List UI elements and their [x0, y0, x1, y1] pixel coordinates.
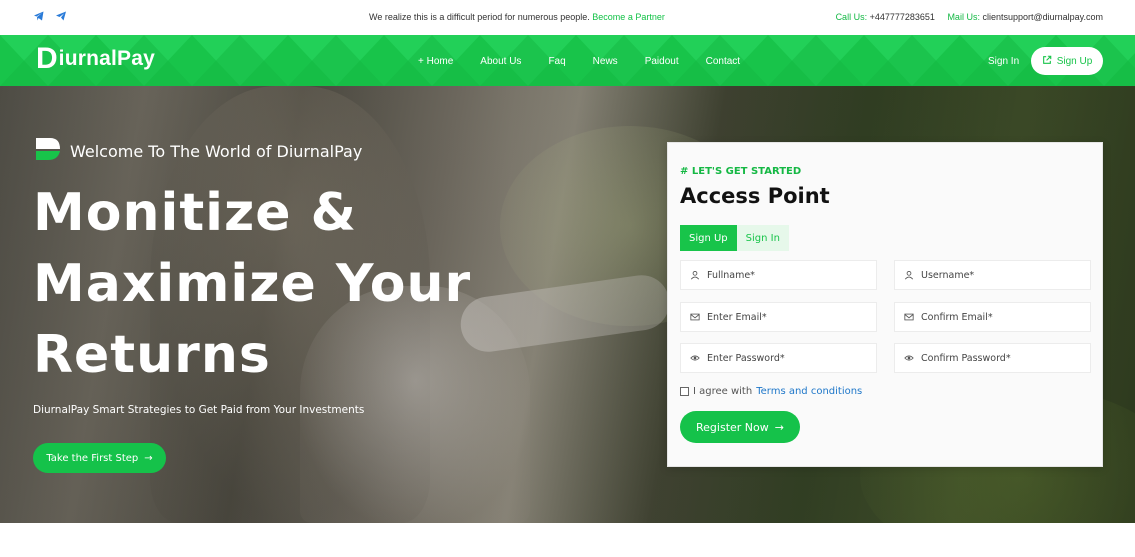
confirm-password-placeholder: Confirm Password*	[921, 352, 1011, 364]
tab-signin[interactable]: Sign In	[736, 225, 789, 251]
brand-mark-icon	[34, 136, 62, 166]
form-title: Access Point	[680, 184, 830, 208]
headline-line-1: Monitize &	[33, 183, 357, 243]
nav-item-paidout[interactable]: Paidout	[645, 56, 679, 67]
telegram-send-icon[interactable]	[55, 10, 67, 22]
nav-item-about-us[interactable]: About Us	[480, 56, 521, 67]
welcome-text: Welcome To The World of DiurnalPay	[70, 141, 363, 161]
confirm-email-field[interactable]: Confirm Email*	[894, 302, 1091, 332]
username-field[interactable]: Username*	[894, 260, 1091, 290]
logo[interactable]: D iurnalPay	[36, 44, 155, 74]
headline-line-3: Returns	[33, 325, 271, 385]
call-label: Call Us:	[835, 12, 868, 22]
top-notice: We realize this is a difficult period fo…	[369, 12, 665, 22]
nav-signin-link[interactable]: Sign In	[988, 56, 1019, 67]
logo-text: iurnalPay	[58, 47, 156, 70]
contact-info: Call Us: +447777283651 Mail Us: clientsu…	[836, 12, 1103, 22]
confirm-password-field[interactable]: Confirm Password*	[894, 343, 1091, 373]
email-field[interactable]: Enter Email*	[680, 302, 877, 332]
mail-label: Mail Us:	[947, 12, 980, 22]
mail-value[interactable]: clientsupport@diurnalpay.com	[982, 12, 1103, 22]
terms-link[interactable]: Terms and conditions	[756, 386, 862, 397]
username-placeholder: Username*	[921, 269, 975, 281]
arrow-right-icon: →	[144, 452, 153, 464]
nav-item-news[interactable]: News	[593, 56, 618, 67]
password-field[interactable]: Enter Password*	[680, 343, 877, 373]
nav-signup-button[interactable]: Sign Up	[1031, 47, 1103, 75]
telegram-icon[interactable]	[33, 10, 45, 22]
form-tag: # LET'S GET STARTED	[680, 166, 802, 177]
email-placeholder: Enter Email*	[707, 311, 767, 323]
agree-text: I agree with	[693, 386, 753, 397]
external-link-icon	[1042, 55, 1052, 68]
nav-item-faq[interactable]: Faq	[548, 56, 565, 67]
hero-headline: Monitize & Maximize Your Returns	[33, 178, 593, 391]
tab-signup[interactable]: Sign Up	[680, 225, 737, 251]
mail-icon	[690, 313, 700, 321]
user-icon	[904, 271, 914, 280]
call-value[interactable]: +447777283651	[870, 12, 935, 22]
nav-item-home[interactable]: + Home	[418, 56, 453, 67]
welcome-banner: Welcome To The World of DiurnalPay	[34, 136, 362, 166]
password-placeholder: Enter Password*	[707, 352, 785, 364]
nav-menu: + Home About Us Faq News Paidout Contact	[418, 56, 767, 67]
mail-icon	[904, 313, 914, 321]
terms-row: I agree with Terms and conditions	[680, 386, 862, 397]
form-tabs: Sign Up Sign In	[680, 225, 789, 251]
first-step-label: Take the First Step	[46, 452, 139, 464]
nav-item-contact[interactable]: Contact	[706, 56, 740, 67]
arrow-right-icon: →	[774, 420, 784, 434]
take-first-step-button[interactable]: Take the First Step →	[33, 443, 166, 473]
social-links	[33, 10, 67, 22]
eye-icon	[690, 355, 700, 361]
user-icon	[690, 271, 700, 280]
access-point-card: # LET'S GET STARTED Access Point Sign Up…	[667, 142, 1103, 467]
signup-label: Sign Up	[1056, 55, 1093, 67]
terms-checkbox[interactable]	[680, 387, 689, 396]
register-now-button[interactable]: Register Now →	[680, 411, 800, 443]
become-partner-link[interactable]: Become a Partner	[592, 12, 665, 22]
fullname-field[interactable]: Fullname*	[680, 260, 877, 290]
notice-text: We realize this is a difficult period fo…	[369, 12, 590, 22]
hero-subline: DiurnalPay Smart Strategies to Get Paid …	[33, 404, 365, 416]
eye-icon	[904, 355, 914, 361]
confirm-email-placeholder: Confirm Email*	[921, 311, 993, 323]
top-bar: We realize this is a difficult period fo…	[0, 0, 1135, 35]
logo-letter: D	[36, 42, 58, 75]
headline-line-2: Maximize Your	[33, 254, 472, 314]
fullname-placeholder: Fullname*	[707, 269, 755, 281]
register-label: Register Now	[696, 420, 769, 434]
